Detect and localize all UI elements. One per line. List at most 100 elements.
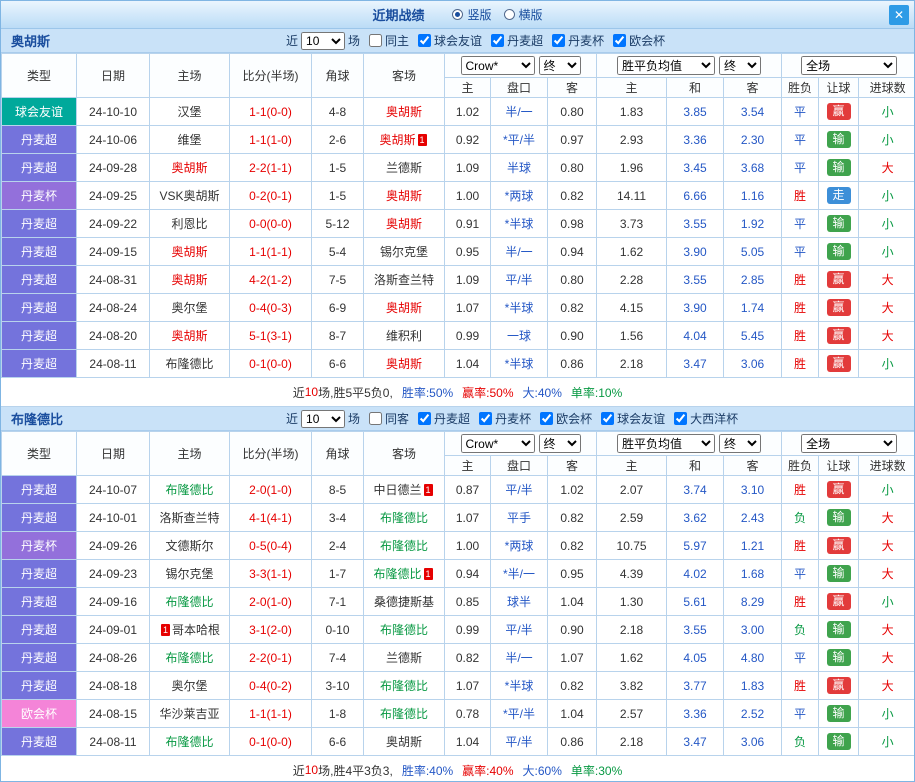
- odds-time-select[interactable]: 终: [538, 434, 581, 453]
- team-label: 维堡: [177, 133, 202, 147]
- odds-source-select[interactable]: Crow*: [460, 434, 535, 453]
- result-cell: 胜: [781, 531, 820, 560]
- league-filter-checkbox-0[interactable]: [418, 34, 432, 47]
- games-count-select[interactable]: 10: [301, 409, 346, 428]
- odds-time-select[interactable]: 终: [538, 56, 581, 75]
- score-cell: 2-2(0-1): [229, 643, 312, 672]
- league-filter-checkbox-0[interactable]: [418, 412, 432, 425]
- type-cell: 丹麦超: [1, 153, 77, 182]
- team-label: 哥本哈根: [171, 623, 220, 637]
- away-team-cell: 奥胡斯: [363, 727, 445, 756]
- avg-home-cell: 2.57: [596, 699, 668, 728]
- avg-away-cell: 1.68: [723, 559, 783, 588]
- avg-away-cell: 1.92: [723, 209, 783, 238]
- team-label: 桑德捷斯基: [373, 595, 434, 609]
- team-label: 奥胡斯: [385, 357, 422, 371]
- goals-cell: 小: [858, 97, 914, 126]
- odds-source-select[interactable]: Crow*: [460, 56, 535, 75]
- home-team-cell: 奥胡斯: [149, 153, 230, 182]
- away-team-cell: 布隆德比: [363, 671, 445, 700]
- summary-record: 场,胜4平3负3,: [318, 763, 393, 778]
- type-cell: 丹麦超: [1, 503, 77, 532]
- away-team-cell: 兰德斯: [363, 643, 445, 672]
- col-header-5: 客场: [363, 431, 445, 476]
- avg-source-select[interactable]: 胜平负均值: [617, 56, 716, 75]
- league-filter-checkbox-1[interactable]: [479, 412, 493, 425]
- venue-filter-checkbox[interactable]: [369, 412, 383, 425]
- sub-col-header-8: 进球数: [858, 455, 914, 476]
- match-row: 丹麦超 24-09-22 利恩比 0-0(0-0) 5-12 奥胡斯 0.91 *半球 0.98…: [1, 209, 914, 238]
- league-filter-checkbox-2[interactable]: [552, 34, 566, 47]
- home-team-cell: 布隆德比: [149, 587, 230, 616]
- league-filter-label-2: 丹麦杯: [568, 34, 605, 48]
- handicap-result-badge: 赢: [826, 537, 851, 554]
- match-row: 丹麦杯 24-09-25 VSK奥胡斯 0-2(0-1) 1-5 奥胡斯 1.00 *两球 0.…: [1, 181, 914, 210]
- avg-draw-cell: 6.66: [666, 181, 725, 210]
- team-name: 奥胡斯: [11, 34, 51, 49]
- handicap-result-cell: 赢: [818, 293, 860, 322]
- team-label: 奥胡斯: [385, 735, 422, 749]
- home-team-cell: 维堡: [149, 125, 230, 154]
- results-table: 类型 日期 主场 比分(半场) 角球 客场 Crow* 终胜平负均值终全场主盘口客主和客胜负让…: [1, 53, 914, 378]
- section-header: 布隆德比 近 10 场 同客 丹麦超 丹麦杯 欧会杯 球会友谊 大西洋杯: [1, 407, 914, 431]
- corners-cell: 4-8: [311, 97, 364, 126]
- score-cell: 2-0(1-0): [229, 475, 312, 504]
- goals-cell: 大: [858, 531, 914, 560]
- league-filter-checkbox-2[interactable]: [540, 412, 554, 425]
- avg-group-header: 胜平负均值终: [596, 53, 783, 78]
- goals-cell: 大: [858, 643, 914, 672]
- away-team-cell: 锡尔克堡: [363, 237, 445, 266]
- recent-results-popup: 近期战绩 竖版 横版 ✕ 奥胡斯 近 10 场同主 球会友谊 丹麦超 丹麦杯 欧会杯 类型日…: [0, 0, 915, 782]
- result-cell: 负: [781, 503, 820, 532]
- home-odds-cell: 1.02: [444, 97, 491, 126]
- away-odds-cell: 0.82: [546, 503, 598, 532]
- avg-home-cell: 2.18: [596, 615, 668, 644]
- avg-home-cell: 2.07: [596, 475, 668, 504]
- radio-vertical[interactable]: 竖版: [452, 6, 492, 23]
- odds-group-header: Crow* 终: [443, 53, 598, 78]
- team-label: 布隆德比: [379, 623, 428, 637]
- home-odds-cell: 1.04: [444, 727, 491, 756]
- corners-cell: 2-6: [311, 125, 364, 154]
- league-filter-label-4: 大西洋杯: [690, 412, 739, 426]
- type-cell: 丹麦超: [1, 727, 77, 756]
- games-count-select[interactable]: 10: [301, 31, 346, 50]
- radio-vertical-label: 竖版: [467, 8, 492, 22]
- league-filter-checkbox-3[interactable]: [613, 34, 627, 47]
- radio-horizontal[interactable]: 横版: [503, 6, 543, 23]
- corners-cell: 1-8: [311, 699, 364, 728]
- scope-select[interactable]: 全场: [801, 56, 898, 75]
- avg-time-select[interactable]: 终: [719, 434, 762, 453]
- home-odds-cell: 0.85: [444, 587, 491, 616]
- radio-unselected-icon: [503, 9, 515, 20]
- type-cell: 丹麦超: [1, 349, 77, 378]
- handicap-result-badge: 赢: [826, 327, 851, 344]
- away-odds-cell: 0.82: [546, 293, 598, 322]
- venue-filter-checkbox[interactable]: [369, 34, 383, 47]
- avg-time-select[interactable]: 终: [719, 56, 762, 75]
- scope-select[interactable]: 全场: [801, 434, 898, 453]
- close-button[interactable]: ✕: [889, 5, 909, 25]
- avg-away-cell: 3.00: [723, 615, 783, 644]
- odds-group-header: Crow* 终: [443, 431, 598, 456]
- home-team-cell: 文德斯尔: [149, 531, 230, 560]
- avg-source-select[interactable]: 胜平负均值: [617, 434, 716, 453]
- away-team-cell: 维积利: [363, 321, 445, 350]
- red-card-icon: 1: [417, 134, 427, 146]
- avg-draw-cell: 3.36: [666, 699, 725, 728]
- corners-cell: 5-12: [311, 209, 364, 238]
- league-filter-checkbox-1[interactable]: [491, 34, 505, 47]
- league-filter-checkbox-4[interactable]: [674, 412, 688, 425]
- summary-odd-rate: 单率:30%: [570, 763, 623, 778]
- score-cell: 0-4(0-2): [229, 671, 312, 700]
- league-filter-label-1: 丹麦杯: [495, 412, 532, 426]
- avg-away-cell: 1.74: [723, 293, 783, 322]
- avg-home-cell: 4.15: [596, 293, 668, 322]
- away-team-cell: 布隆德比: [363, 531, 445, 560]
- goals-cell: 小: [858, 181, 914, 210]
- date-cell: 24-09-25: [76, 181, 150, 210]
- league-filter-checkbox-3[interactable]: [601, 412, 615, 425]
- handicap-result-badge: 赢: [826, 355, 851, 372]
- score-cell: 3-1(2-0): [229, 615, 312, 644]
- handicap-result-badge: 输: [826, 705, 851, 722]
